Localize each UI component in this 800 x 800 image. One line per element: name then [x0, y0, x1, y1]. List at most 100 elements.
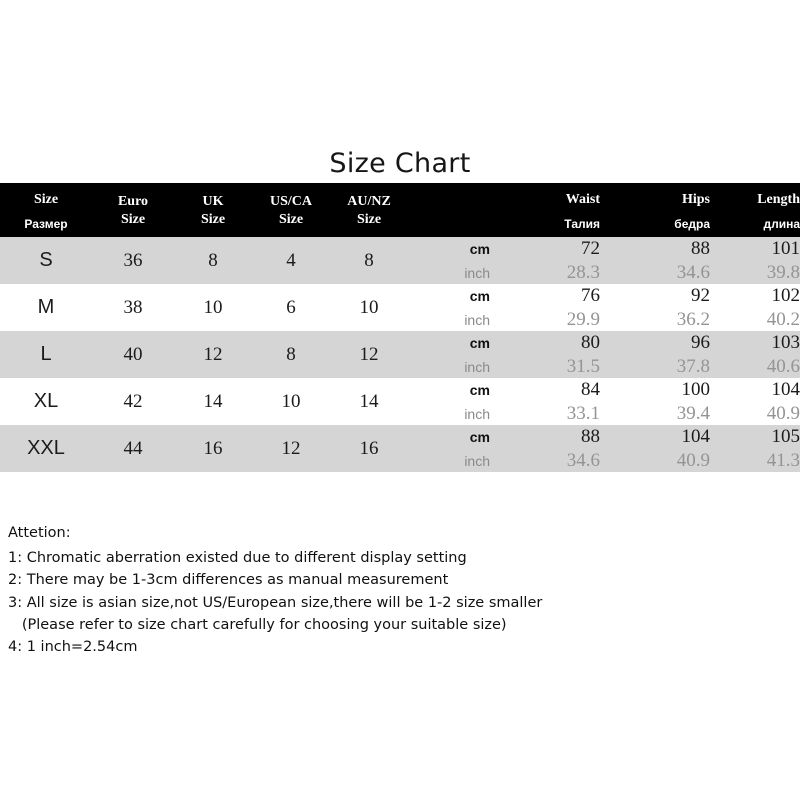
row-waist-inch: 28.3	[490, 261, 600, 284]
header-hips-sublabel: бедра	[674, 217, 710, 232]
unit-label-cm: cm	[408, 284, 490, 308]
row-uk-size: 10	[174, 284, 252, 331]
header-size: Size Размер	[0, 183, 92, 237]
row-length-inch: 40.9	[710, 402, 800, 425]
row-uk-size: 14	[174, 378, 252, 425]
row-waist-cm: 76	[490, 284, 600, 308]
header-uk-line1: UK	[202, 194, 224, 210]
row-size-label: S	[0, 237, 92, 284]
header-aunz-line1: AU/NZ	[347, 194, 391, 210]
row-aunz-size: 8	[330, 237, 408, 284]
unit-label-inch: inch	[408, 402, 490, 425]
table-row: XL 42 14 10 14 cm 84 100 104	[0, 378, 800, 425]
header-waist: Waist Талия	[490, 183, 600, 237]
header-aunz-line2: Size	[356, 212, 382, 227]
unit-label-cm: cm	[408, 237, 490, 261]
header-usca-line1: US/CA	[269, 194, 312, 210]
note-item-3-continued: (Please refer to size chart carefully fo…	[8, 616, 507, 633]
row-size-label: XXL	[0, 425, 92, 472]
header-waist-label: Waist	[565, 191, 600, 207]
header-size-label: Size	[33, 192, 59, 208]
size-chart-table: Size Размер Euro Size UK Size US/CA Size…	[0, 183, 800, 472]
table-row: L 40 12 8 12 cm 80 96 103	[0, 331, 800, 378]
header-hips-label: Hips	[681, 191, 710, 207]
row-length-cm: 102	[710, 284, 800, 308]
row-euro-size: 36	[92, 237, 174, 284]
header-size-sublabel: Размер	[24, 216, 68, 231]
row-uk-size: 16	[174, 425, 252, 472]
row-waist-cm: 84	[490, 378, 600, 402]
notes-heading: Attetion:	[8, 525, 71, 541]
note-item-4: 4: 1 inch=2.54cm	[8, 639, 138, 656]
row-size-label: XL	[0, 378, 92, 425]
note-item-1: 1: Chromatic aberration existed due to d…	[8, 550, 467, 567]
unit-label-inch: inch	[408, 449, 490, 472]
row-size-label: L	[0, 331, 92, 378]
row-waist-inch: 29.9	[490, 308, 600, 331]
row-length-inch: 41.3	[710, 449, 800, 472]
row-waist-inch: 34.6	[490, 449, 600, 472]
header-usca-size: US/CA Size	[252, 183, 330, 237]
row-usca-size: 10	[252, 378, 330, 425]
table-row: S 36 8 4 8 cm 72 88 101	[0, 237, 800, 284]
note-item-2: 2: There may be 1-3cm differences as man…	[8, 572, 449, 589]
row-length-cm: 105	[710, 425, 800, 449]
row-euro-size: 42	[92, 378, 174, 425]
row-hips-inch: 37.8	[600, 355, 710, 378]
row-waist-inch: 33.1	[490, 402, 600, 425]
row-length-inch: 39.8	[710, 261, 800, 284]
unit-label-inch: inch	[408, 261, 490, 284]
row-waist-cm: 88	[490, 425, 600, 449]
unit-label-cm: cm	[408, 331, 490, 355]
row-usca-size: 12	[252, 425, 330, 472]
row-usca-size: 4	[252, 237, 330, 284]
header-euro-size: Euro Size	[92, 183, 174, 237]
note-item-3: 3: All size is asian size,not US/Europea…	[8, 594, 543, 611]
row-aunz-size: 12	[330, 331, 408, 378]
row-hips-cm: 100	[600, 378, 710, 402]
row-uk-size: 8	[174, 237, 252, 284]
row-waist-cm: 72	[490, 237, 600, 261]
row-usca-size: 6	[252, 284, 330, 331]
header-hips: Hips бедра	[600, 183, 710, 237]
header-uk-size: UK Size	[174, 183, 252, 237]
row-aunz-size: 10	[330, 284, 408, 331]
row-length-cm: 104	[710, 378, 800, 402]
row-hips-cm: 104	[600, 425, 710, 449]
table-header-row: Size Размер Euro Size UK Size US/CA Size…	[0, 183, 800, 237]
unit-label-cm: cm	[408, 378, 490, 402]
row-size-label: M	[0, 284, 92, 331]
row-length-cm: 103	[710, 331, 800, 355]
row-euro-size: 40	[92, 331, 174, 378]
row-aunz-size: 16	[330, 425, 408, 472]
row-euro-size: 38	[92, 284, 174, 331]
unit-label-cm: cm	[408, 425, 490, 449]
row-waist-inch: 31.5	[490, 355, 600, 378]
row-hips-inch: 34.6	[600, 261, 710, 284]
page-title: Size Chart	[329, 148, 471, 179]
header-aunz-size: AU/NZ Size	[330, 183, 408, 237]
row-hips-cm: 96	[600, 331, 710, 355]
row-hips-inch: 36.2	[600, 308, 710, 331]
row-aunz-size: 14	[330, 378, 408, 425]
row-length-cm: 101	[710, 237, 800, 261]
attention-notes: Attetion: 1: Chromatic aberration existe…	[8, 522, 708, 658]
table-row: M 38 10 6 10 cm 76 92 102	[0, 284, 800, 331]
header-waist-sublabel: Талия	[564, 217, 600, 232]
row-length-inch: 40.2	[710, 308, 800, 331]
unit-label-inch: inch	[408, 355, 490, 378]
header-length-sublabel: длина	[763, 217, 800, 232]
row-length-inch: 40.6	[710, 355, 800, 378]
row-hips-cm: 88	[600, 237, 710, 261]
row-euro-size: 44	[92, 425, 174, 472]
row-waist-cm: 80	[490, 331, 600, 355]
header-unit-spacer	[408, 183, 490, 237]
header-usca-line2: Size	[278, 212, 304, 227]
row-hips-inch: 40.9	[600, 449, 710, 472]
header-length: Length длина	[710, 183, 800, 237]
unit-label-inch: inch	[408, 308, 490, 331]
header-euro-line2: Size	[120, 212, 146, 227]
row-uk-size: 12	[174, 331, 252, 378]
row-usca-size: 8	[252, 331, 330, 378]
header-length-label: Length	[757, 191, 800, 207]
